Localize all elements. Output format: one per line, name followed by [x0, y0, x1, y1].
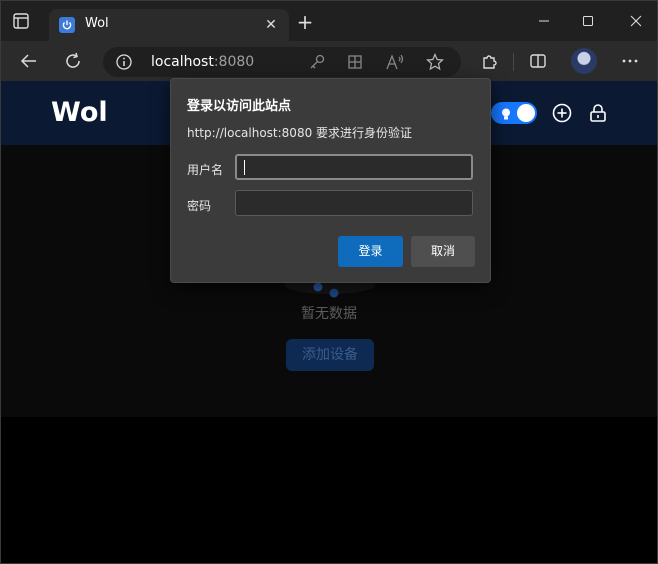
toggle-knob — [517, 104, 535, 122]
tab-actions-icon[interactable] — [11, 11, 31, 31]
extensions-icon[interactable] — [479, 50, 501, 72]
title-bar: Wol ✕ + — [1, 1, 657, 41]
key-icon[interactable] — [307, 52, 327, 72]
browser-tab[interactable]: Wol ✕ — [49, 9, 289, 41]
address-host: localhost — [151, 54, 214, 70]
login-button[interactable]: 登录 — [338, 236, 403, 267]
empty-state-text: 暂无数据 — [301, 306, 357, 322]
address-bar[interactable]: localhost:8080 — [103, 47, 461, 77]
tab-title: Wol — [85, 16, 109, 31]
password-field[interactable] — [235, 190, 473, 216]
back-icon[interactable] — [17, 49, 41, 73]
app-available-icon[interactable] — [345, 52, 365, 72]
favorite-star-icon[interactable] — [425, 52, 445, 72]
read-aloud-icon[interactable] — [385, 52, 405, 72]
browser-toolbar: localhost:8080 — [1, 41, 657, 81]
site-info-icon[interactable] — [115, 53, 133, 71]
dialog-message: http://localhost:8080 要求进行身份验证 — [187, 126, 413, 140]
username-label: 用户名 — [187, 163, 224, 177]
refresh-icon[interactable] — [61, 49, 85, 73]
lock-icon[interactable] — [587, 102, 609, 124]
power-icon — [59, 17, 75, 33]
address-text[interactable]: localhost:8080 — [151, 54, 254, 70]
split-screen-icon[interactable] — [527, 50, 549, 72]
text-caret — [244, 160, 245, 175]
more-menu-icon[interactable] — [619, 50, 641, 72]
add-device-button[interactable]: 添加设备 — [286, 339, 374, 371]
minimize-icon[interactable] — [529, 9, 559, 33]
username-field[interactable] — [235, 154, 473, 180]
new-tab-icon[interactable]: + — [295, 12, 315, 33]
theme-toggle[interactable] — [491, 102, 537, 124]
profile-avatar[interactable] — [571, 48, 597, 74]
close-window-icon[interactable] — [621, 9, 651, 33]
tab-close-icon[interactable]: ✕ — [261, 15, 281, 35]
password-label: 密码 — [187, 199, 212, 213]
dialog-title: 登录以访问此站点 — [187, 99, 292, 114]
browser-window: Wol ✕ + localhost:8080 Wol 暂无数据 添加设备 登录以… — [0, 0, 658, 564]
cancel-button[interactable]: 取消 — [411, 236, 475, 267]
maximize-icon[interactable] — [573, 9, 603, 33]
toolbar-divider — [513, 53, 514, 71]
auth-dialog: 登录以访问此站点 http://localhost:8080 要求进行身份验证 … — [170, 78, 491, 283]
address-port: :8080 — [213, 54, 255, 70]
app-logo[interactable]: Wol — [51, 97, 108, 128]
add-circle-icon[interactable] — [551, 102, 573, 124]
lightbulb-icon — [499, 106, 513, 120]
